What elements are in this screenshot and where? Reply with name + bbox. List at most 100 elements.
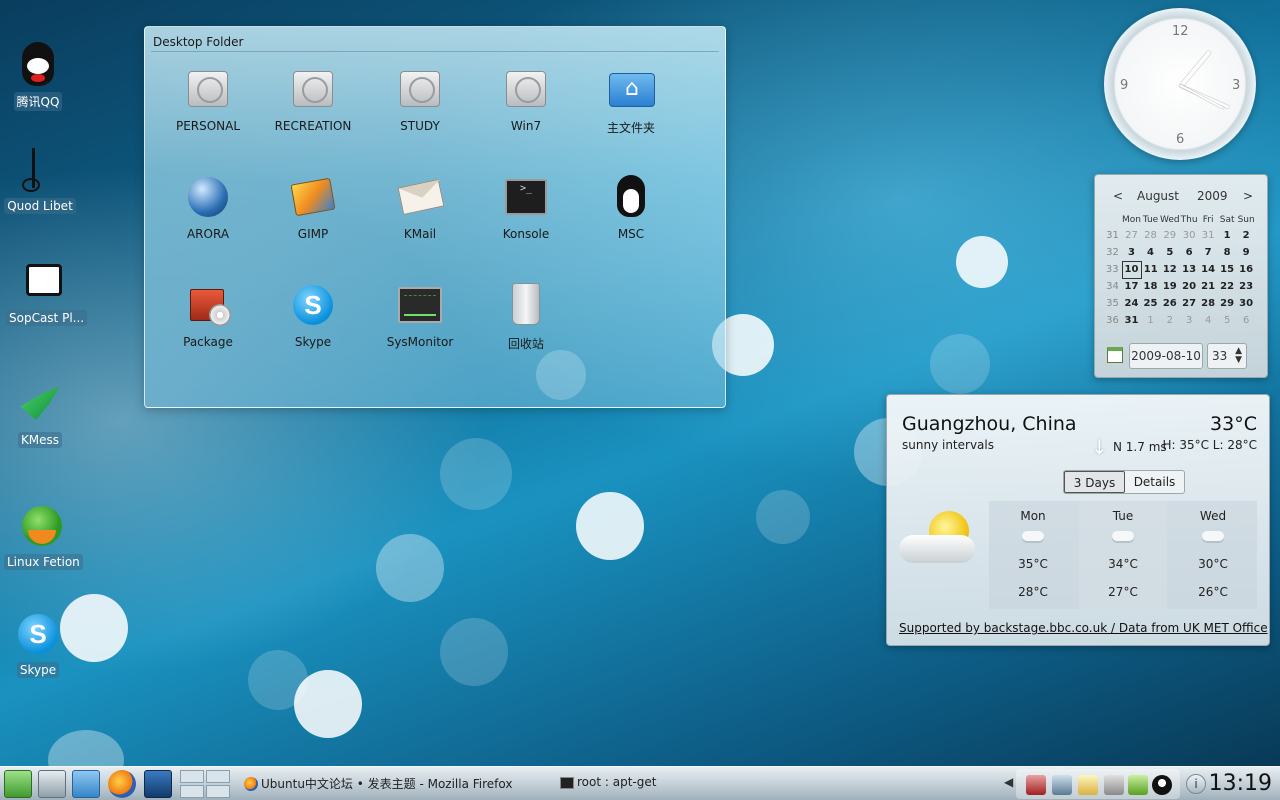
calendar-day[interactable]: 5 [1160,244,1180,261]
calendar-day[interactable]: 20 [1180,278,1199,295]
calendar-day[interactable]: 28 [1141,227,1160,244]
folder-item-msc[interactable]: MSC [581,173,681,241]
calendar-day-selected[interactable]: 10 [1121,260,1142,279]
clipboard-icon[interactable] [1078,775,1098,795]
tab-3-days[interactable]: 3 Days [1064,471,1125,493]
folder-item-recreation[interactable]: RECREATION [263,65,363,133]
calendar-next-button[interactable]: > [1243,189,1253,203]
folder-item-skype[interactable]: S Skype [263,281,363,349]
calendar-day[interactable]: 13 [1180,261,1199,278]
calendar-prev-button[interactable]: < [1113,189,1123,203]
calendar-month[interactable]: August [1137,189,1179,203]
calendar-day[interactable]: 31 [1122,312,1141,329]
folder-item-win7[interactable]: Win7 [476,65,576,133]
desktop-icon-skype[interactable]: S Skype [0,610,76,678]
weather-widget[interactable]: Guangzhou, China 33°C sunny intervals ↓ … [886,394,1270,646]
desktop-icon-kmess[interactable]: KMess [2,380,78,448]
calendar-day[interactable]: 5 [1218,312,1237,329]
computer-icon[interactable] [38,770,66,798]
pager-desktop-4[interactable] [206,785,230,798]
folder-icon[interactable] [72,770,100,798]
calendar-day[interactable]: 24 [1122,295,1141,312]
task-firefox[interactable]: Ubuntu中文论坛 • 发表主题 - Mozilla Firefox [242,769,552,799]
folder-item-arora[interactable]: ARORA [158,173,258,241]
task-terminal[interactable]: root : apt-get [558,769,758,799]
calendar-day[interactable]: 2 [1160,312,1180,329]
desktop-icon-sopcast[interactable]: SopCast Pl... [6,258,88,326]
calendar-day[interactable]: 31 [1199,227,1218,244]
folder-item-home[interactable]: 主文件夹 [581,65,681,136]
mint-menu-button[interactable] [4,770,32,798]
pager-desktop-3[interactable] [180,785,204,798]
calendar-day[interactable]: 21 [1199,278,1218,295]
folder-item-kmail[interactable]: KMail [370,173,470,241]
calendar-day[interactable]: 29 [1160,227,1180,244]
calendar-day[interactable]: 27 [1122,227,1141,244]
tv-icon [20,258,68,306]
calendar-day[interactable]: 23 [1237,278,1256,295]
folder-item-sysmonitor[interactable]: SysMonitor [370,281,470,349]
desktop-folder-widget[interactable]: Desktop Folder PERSONAL RECREATION STUDY… [144,26,726,408]
calendar-day[interactable]: 11 [1141,261,1160,278]
calendar-day[interactable]: 14 [1199,261,1218,278]
calendar-day[interactable]: 19 [1160,278,1180,295]
volume-icon[interactable] [1104,775,1124,795]
tab-details[interactable]: Details [1125,471,1184,493]
calendar-date-field[interactable]: 2009-08-10 [1129,343,1203,369]
spin-arrows-icon[interactable]: ▲ ▼ [1235,347,1242,365]
calendar-day[interactable]: 8 [1218,244,1237,261]
desktop-icon-qq[interactable]: 腾讯QQ [0,40,76,111]
calendar-widget[interactable]: < August 2009 > Mon Tue Wed Thu Fri Sat … [1094,174,1268,378]
calendar-day[interactable]: 26 [1160,295,1180,312]
firefox-icon[interactable] [108,770,136,798]
folder-item-study[interactable]: STUDY [370,65,470,133]
calendar-day[interactable]: 17 [1122,278,1141,295]
clock-second-hand [1179,84,1225,110]
calendar-day[interactable]: 2 [1237,227,1256,244]
calendar-day[interactable]: 3 [1122,244,1141,261]
calendar-today-icon[interactable] [1107,347,1123,363]
folder-item-trash[interactable]: 回收站 [476,281,576,352]
calendar-day[interactable]: 3 [1180,312,1199,329]
virtual-desktop-pager[interactable] [180,770,230,798]
calendar-day[interactable]: 9 [1237,244,1256,261]
calendar-day[interactable]: 28 [1199,295,1218,312]
desktop-icon-quod-libet[interactable]: Quod Libet [2,146,78,214]
calendar-day[interactable]: 16 [1237,261,1256,278]
tray-expand-arrow-icon[interactable]: ◀ [1004,775,1013,789]
folder-item-package[interactable]: Package [158,281,258,349]
folder-item-gimp[interactable]: GIMP [263,173,363,241]
weather-source-link[interactable]: Supported by backstage.bbc.co.uk / Data … [899,621,1268,635]
pager-desktop-1[interactable] [180,770,204,783]
folder-item-personal[interactable]: PERSONAL [158,65,258,133]
calendar-day[interactable]: 12 [1160,261,1180,278]
folder-item-konsole[interactable]: >_ Konsole [476,173,576,241]
show-desktop-icon[interactable] [144,770,172,798]
qq-tray-icon[interactable] [1152,775,1172,795]
calendar-day[interactable]: 25 [1141,295,1160,312]
analog-clock-widget[interactable]: 12 3 6 9 [1104,8,1256,160]
calendar-day[interactable]: 1 [1218,227,1237,244]
calendar-day[interactable]: 6 [1180,244,1199,261]
calendar-day[interactable]: 15 [1218,261,1237,278]
taskbar-clock[interactable]: 13:19 [1209,771,1272,796]
calendar-day[interactable]: 4 [1141,244,1160,261]
network-manager-icon[interactable] [1026,775,1046,795]
calendar-day[interactable]: 1 [1141,312,1160,329]
calendar-day[interactable]: 7 [1199,244,1218,261]
calendar-day[interactable]: 30 [1237,295,1256,312]
calendar-year[interactable]: 2009 [1197,189,1228,203]
calendar-day[interactable]: 4 [1199,312,1218,329]
pager-desktop-2[interactable] [206,770,230,783]
battery-icon[interactable] [1128,775,1148,795]
calendar-day[interactable]: 6 [1237,312,1256,329]
monitor-icon[interactable] [1052,775,1072,795]
calendar-day[interactable]: 29 [1218,295,1237,312]
info-icon[interactable]: i [1186,774,1206,794]
calendar-day[interactable]: 30 [1180,227,1199,244]
calendar-day[interactable]: 18 [1141,278,1160,295]
desktop-icon-linux-fetion[interactable]: Linux Fetion [4,502,83,570]
calendar-day[interactable]: 27 [1180,295,1199,312]
calendar-week-spinbox[interactable]: 33 ▲ ▼ [1207,343,1247,369]
calendar-day[interactable]: 22 [1218,278,1237,295]
